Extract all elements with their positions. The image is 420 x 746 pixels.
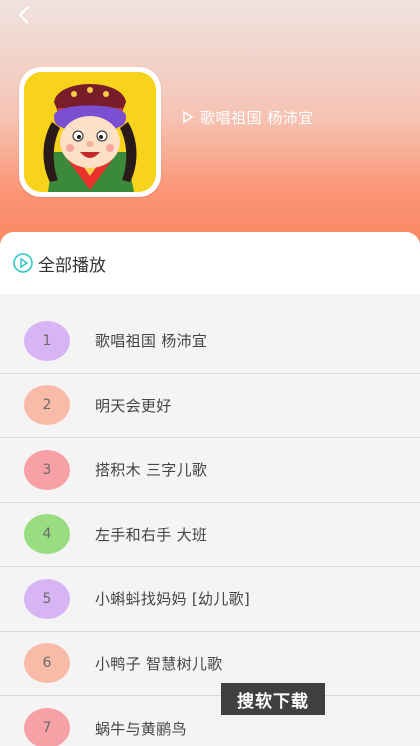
chevron-left-icon [18,6,29,24]
now-playing-title: 歌唱祖国 杨沛宜 [200,108,314,127]
track-number-badge: 6 [24,643,70,684]
track-title: 小鸭子 智慧树儿歌 [95,654,223,673]
track-row[interactable]: 6 小鸭子 智慧树儿歌 [0,632,420,696]
play-all-label: 全部播放 [38,255,106,276]
play-all-button[interactable]: 全部播放 [0,232,420,294]
track-row[interactable]: 1 歌唱祖国 杨沛宜 [0,309,420,374]
track-number-badge: 4 [24,514,70,555]
track-title: 歌唱祖国 杨沛宜 [95,332,208,351]
track-panel: 全部播放 1 歌唱祖国 杨沛宜 2 明天会更好 3 搭积木 三字儿歌 4 左手和… [0,232,420,746]
track-row[interactable]: 4 左手和右手 大班 [0,503,420,567]
track-row[interactable]: 3 搭积木 三字儿歌 [0,438,420,503]
track-number-badge: 2 [24,385,70,426]
play-circle-icon [13,253,33,273]
track-number-badge: 7 [24,708,70,746]
track-number-badge: 1 [24,320,70,361]
now-playing-track[interactable]: 歌唱祖国 杨沛宜 [182,106,314,128]
track-title: 明天会更好 [95,396,172,415]
track-row[interactable]: 2 明天会更好 [0,374,420,438]
album-cover [19,67,161,197]
track-title: 小蝌蚪找妈妈 [幼儿歌] [95,590,251,609]
album-header: 歌唱祖国 杨沛宜 [0,0,420,260]
track-title: 搭积木 三字儿歌 [95,461,208,480]
track-title: 蜗牛与黄鹂鸟 [95,719,187,738]
track-row[interactable]: 5 小蝌蚪找妈妈 [幼儿歌] [0,567,420,632]
watermark-badge: 搜软下载 [221,683,325,715]
track-number-badge: 3 [24,449,70,490]
track-title: 左手和右手 大班 [95,525,208,544]
play-outline-icon [183,110,194,124]
back-button[interactable] [10,2,38,28]
track-number-badge: 5 [24,578,70,619]
cartoon-cover-image [24,72,156,192]
track-row[interactable]: 7 蜗牛与黄鹂鸟 [0,696,420,746]
track-list: 1 歌唱祖国 杨沛宜 2 明天会更好 3 搭积木 三字儿歌 4 左手和右手 大班… [0,309,420,746]
